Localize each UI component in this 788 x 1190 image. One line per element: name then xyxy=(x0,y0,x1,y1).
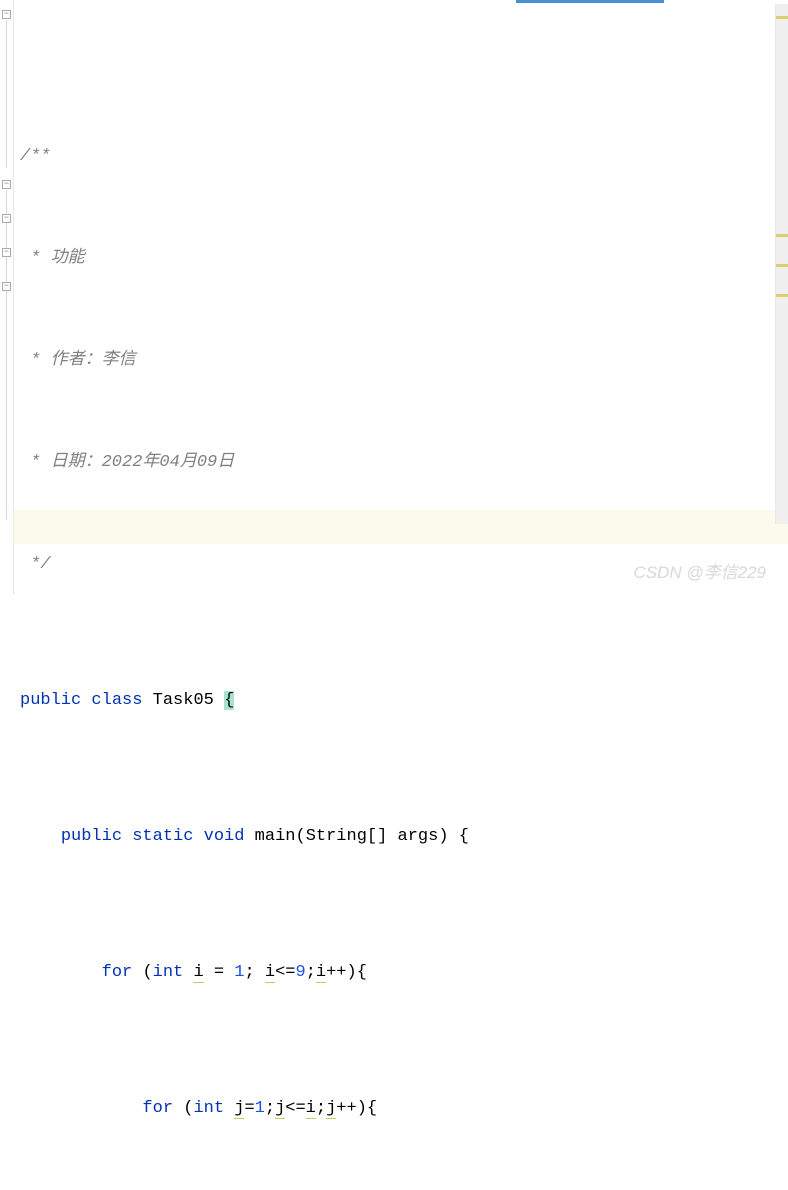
gutter[interactable]: − − − − − xyxy=(0,0,14,595)
method-name: main xyxy=(255,827,296,846)
punct: ; xyxy=(265,1099,275,1118)
scroll-marker xyxy=(776,234,788,237)
operator: <= xyxy=(275,963,295,982)
identifier: j xyxy=(275,1099,285,1119)
punct: ( xyxy=(142,963,152,982)
identifier: i xyxy=(193,963,203,983)
punct: { xyxy=(357,963,367,982)
code-line[interactable]: /** xyxy=(20,140,788,174)
number: 1 xyxy=(234,963,244,982)
scroll-marker xyxy=(776,264,788,267)
code-area[interactable]: /** * 功能 * 作者：李信 * 日期：2022年04月09日 */ pub… xyxy=(14,0,788,595)
number: 1 xyxy=(255,1099,265,1118)
watermark: CSDN @李信229 xyxy=(633,558,766,583)
identifier: j xyxy=(326,1099,336,1119)
keyword: static xyxy=(132,827,193,846)
identifier: i xyxy=(265,963,275,983)
punct: ) xyxy=(347,963,357,982)
classname: Task05 xyxy=(153,691,214,710)
fold-toggle[interactable]: − xyxy=(2,180,11,189)
operator: = xyxy=(204,963,235,982)
punct: { xyxy=(459,827,469,846)
identifier: j xyxy=(234,1099,244,1119)
code-line[interactable]: for (int j=1;j<=i;j++){ xyxy=(20,1092,788,1126)
code-line[interactable]: public static void main(String[] args) { xyxy=(20,820,788,854)
comment-text: * 功能 xyxy=(20,249,85,268)
punct: ; xyxy=(244,963,254,982)
identifier: i xyxy=(306,1099,316,1119)
comment-text: /** xyxy=(20,147,51,166)
number: 9 xyxy=(295,963,305,982)
code-line[interactable]: for (int i = 1; i<=9;i++){ xyxy=(20,956,788,990)
code-editor[interactable]: − − − − − /** * 功能 * 作者：李信 * 日期：2022年04月… xyxy=(0,0,788,595)
fold-line xyxy=(6,190,7,520)
punct: { xyxy=(367,1099,377,1118)
scroll-marker xyxy=(776,16,788,19)
operator: <= xyxy=(285,1099,305,1118)
code-line[interactable]: * 日期：2022年04月09日 xyxy=(20,446,788,480)
current-line-highlight xyxy=(14,510,788,544)
comment-text: * 日期：2022年04月09日 xyxy=(20,453,234,472)
fold-toggle[interactable]: − xyxy=(2,282,11,291)
keyword: class xyxy=(91,691,142,710)
keyword: for xyxy=(142,1099,173,1118)
keyword: int xyxy=(193,1099,224,1118)
code-line[interactable]: * 功能 xyxy=(20,242,788,276)
punct: ( xyxy=(183,1099,193,1118)
comment-text: * 作者：李信 xyxy=(20,351,136,370)
keyword: for xyxy=(102,963,133,982)
identifier: i xyxy=(316,963,326,983)
fold-toggle[interactable]: − xyxy=(2,214,11,223)
scroll-marker xyxy=(776,294,788,297)
code-line[interactable]: * 作者：李信 xyxy=(20,344,788,378)
fold-toggle[interactable]: − xyxy=(2,248,11,257)
comment-text: */ xyxy=(20,555,51,574)
vertical-scrollbar[interactable] xyxy=(775,4,788,524)
operator: ++ xyxy=(326,963,346,982)
fold-toggle[interactable]: − xyxy=(2,10,11,19)
punct: ; xyxy=(316,1099,326,1118)
brace-match: { xyxy=(224,691,234,710)
keyword: void xyxy=(204,827,245,846)
keyword: public xyxy=(61,827,122,846)
punct: ; xyxy=(306,963,316,982)
punct: ( xyxy=(295,827,305,846)
keyword: public xyxy=(20,691,81,710)
identifier: args xyxy=(398,827,439,846)
code-line[interactable]: public class Task05 { xyxy=(20,684,788,718)
punct: ) xyxy=(357,1099,367,1118)
fold-line xyxy=(6,20,7,168)
type: String[] xyxy=(306,827,388,846)
operator: ++ xyxy=(336,1099,356,1118)
keyword: int xyxy=(153,963,184,982)
punct: ) xyxy=(438,827,448,846)
